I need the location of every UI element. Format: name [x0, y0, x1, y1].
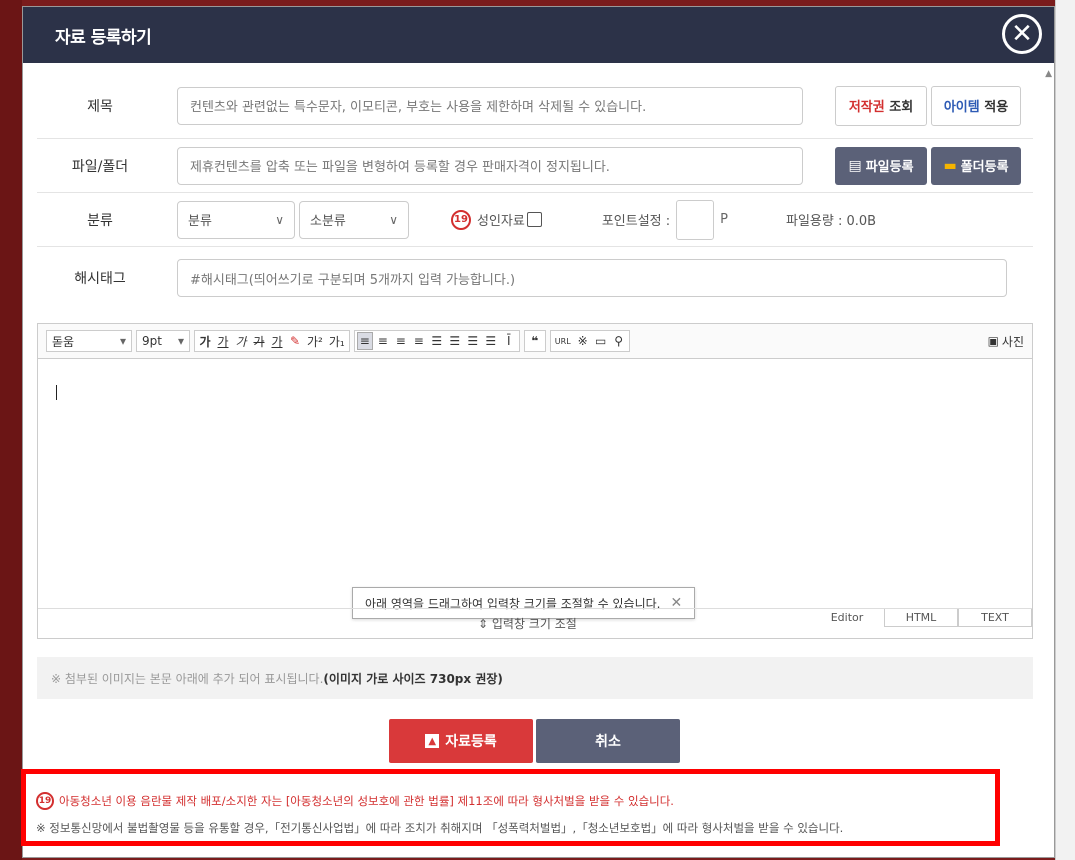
search-icon[interactable]: ⚲ [611, 332, 627, 350]
align-center-button[interactable]: ≡ [375, 332, 391, 350]
background-page-right [1055, 0, 1075, 860]
title-label: 제목 [87, 98, 113, 115]
chevron-down-icon: ▾ [177, 334, 184, 348]
form-actions: ▲ 자료등록 취소 [389, 719, 680, 763]
rich-text-editor: 돋움▾ 9pt▾ 가 가 가 가 가 ✎ 가² 가₁ ≡ ≡ ≡ ≡ ☰ ☰ [37, 323, 1033, 639]
font-family-select[interactable]: 돋움 ▾ [46, 330, 132, 352]
tab-text[interactable]: TEXT [958, 609, 1032, 627]
underline-button[interactable]: 가 [215, 332, 231, 350]
chevron-down-icon: ∨ [389, 212, 398, 227]
cancel-button[interactable]: 취소 [536, 719, 680, 763]
upload-icon: ▲ [425, 734, 440, 748]
align-right-button[interactable]: ≡ [393, 332, 409, 350]
outdent-button[interactable]: ☰ [465, 332, 481, 350]
hashtag-label: 해시태그 [74, 271, 126, 287]
category-select[interactable]: 분류 ∨ [177, 200, 295, 239]
editor-mode-tabs: Editor HTML TEXT [810, 609, 1032, 627]
align-justify-button[interactable]: ≡ [411, 332, 427, 350]
special-char-button[interactable]: ※ [575, 332, 591, 350]
category-row: 분류 분류 ∨ 소분류 ∨ 19 성인자료 포인트설정 : P 파일용량 : 0… [37, 193, 1033, 247]
font-color-button[interactable]: 가 [269, 332, 285, 350]
italic-button[interactable]: 가 [233, 332, 249, 350]
category-label: 분류 [87, 212, 113, 229]
point-unit: P [720, 212, 728, 227]
point-input[interactable] [676, 199, 715, 240]
background-page-left [0, 0, 22, 860]
photo-icon: ▣ [987, 334, 999, 348]
file-icon: ▤ [848, 157, 862, 174]
indent-button[interactable]: ☰ [483, 332, 499, 350]
tab-html[interactable]: HTML [884, 609, 958, 627]
align-group: ≡ ≡ ≡ ≡ ☰ ☰ ☰ ☰ Ī [353, 330, 520, 352]
hashtag-input[interactable]: #해시태그(띄어쓰기로 구분되며 5개까지 입력 가능합니다.) [177, 259, 1007, 297]
bold-button[interactable]: 가 [197, 332, 213, 350]
align-left-button[interactable]: ≡ [356, 332, 373, 350]
file-size-label: 파일용량 : 0.0B [786, 214, 877, 229]
strikethrough-button[interactable]: 가 [251, 332, 267, 350]
point-label: 포인트설정 : [601, 214, 671, 229]
table-icon[interactable]: ▭ [593, 332, 609, 350]
item-apply-button[interactable]: 아이템 적용 [931, 85, 1021, 126]
superscript-button[interactable]: 가² [305, 332, 325, 350]
folder-register-button[interactable]: ▬ 폴더등록 [931, 146, 1021, 185]
highlight-button[interactable]: ✎ [287, 332, 303, 350]
adult-label: 성인자료 [477, 214, 525, 229]
text-caret [56, 385, 57, 400]
file-input[interactable]: 제휴컨텐츠를 압축 또는 파일을 변형하여 등록할 경우 판매자격이 정지됩니다… [177, 146, 803, 185]
file-register-button[interactable]: ▤ 파일등록 [835, 146, 927, 185]
quote-button[interactable]: ❝ [527, 332, 543, 350]
folder-icon: ▬ [943, 157, 957, 174]
file-label: 파일/폴더 [71, 158, 129, 175]
ordered-list-button[interactable]: ☰ [429, 332, 445, 350]
font-size-select[interactable]: 9pt ▾ [136, 330, 190, 352]
url-button[interactable]: URL [553, 332, 573, 350]
tab-editor[interactable]: Editor [810, 609, 884, 627]
adult-19-icon: 19 [36, 792, 54, 810]
unordered-list-button[interactable]: ☰ [447, 332, 463, 350]
warning-line-1: 19 아동청소년 이용 음란물 제작 배포/소지한 자는 [아동청소년의 성보호… [36, 792, 985, 810]
scroll-up-icon[interactable]: ▲ [1045, 69, 1052, 79]
adult-checkbox[interactable] [526, 212, 542, 227]
title-input[interactable]: 컨텐츠와 관련없는 특수문자, 이모티콘, 부호는 사용을 제한하며 삭제될 수… [177, 86, 803, 125]
text-format-group: 가 가 가 가 가 ✎ 가² 가₁ [194, 330, 350, 352]
photo-button[interactable]: ▣ 사진 [988, 333, 1024, 350]
image-notice: ※ 첨부된 이미지는 본문 아래에 추가 되어 표시됩니다. (이미지 가로 사이… [37, 657, 1033, 699]
adult-19-icon: 19 [451, 209, 471, 230]
resize-label: ⇕ 입력창 크기 조절 [478, 617, 577, 631]
quote-group: ❝ [523, 330, 546, 352]
legal-warning-box: 19 아동청소년 이용 음란물 제작 배포/소지한 자는 [아동청소년의 성보호… [21, 769, 1000, 846]
insert-group: URL ※ ▭ ⚲ [549, 330, 630, 352]
file-row: 파일/폴더 제휴컨텐츠를 압축 또는 파일을 변형하여 등록할 경우 판매자격이… [37, 139, 1033, 193]
chevron-down-icon: ▾ [119, 334, 126, 348]
resize-handle[interactable]: ⇕ 입력창 크기 조절 Editor HTML TEXT [38, 608, 1032, 638]
copyright-check-button[interactable]: 저작권 조회 [835, 85, 927, 126]
warning-line-2: ※ 정보통신망에서 불법촬영물 등을 유통할 경우,「전기통신사업법」에 따라 … [36, 821, 844, 835]
editor-toolbar: 돋움▾ 9pt▾ 가 가 가 가 가 ✎ 가² 가₁ ≡ ≡ ≡ ≡ ☰ ☰ [38, 324, 1032, 359]
chevron-down-icon: ∨ [275, 212, 284, 227]
subscript-button[interactable]: 가₁ [327, 332, 347, 350]
modal-title: 자료 등록하기 [55, 27, 152, 48]
modal-header: 자료 등록하기 ✕ [23, 7, 1054, 63]
title-row: 제목 컨텐츠와 관련없는 특수문자, 이모티콘, 부호는 사용을 제한하며 삭제… [37, 73, 1033, 139]
subcategory-select[interactable]: 소분류 ∨ [299, 200, 409, 239]
close-icon[interactable]: ✕ [1002, 14, 1042, 54]
upload-form: 제목 컨텐츠와 관련없는 특수문자, 이모티콘, 부호는 사용을 제한하며 삭제… [37, 73, 1033, 309]
hashtag-row: 해시태그 #해시태그(띄어쓰기로 구분되며 5개까지 입력 가능합니다.) [37, 247, 1033, 309]
submit-button[interactable]: ▲ 자료등록 [389, 719, 533, 763]
editor-content-area[interactable]: 아래 영역을 드래그하여 입력창 크기를 조절할 수 있습니다. ✕ [38, 359, 1032, 619]
upload-modal: 자료 등록하기 ✕ ▲ 제목 컨텐츠와 관련없는 특수문자, 이모티콘, 부호는… [21, 6, 1055, 858]
line-height-button[interactable]: Ī [501, 332, 517, 350]
